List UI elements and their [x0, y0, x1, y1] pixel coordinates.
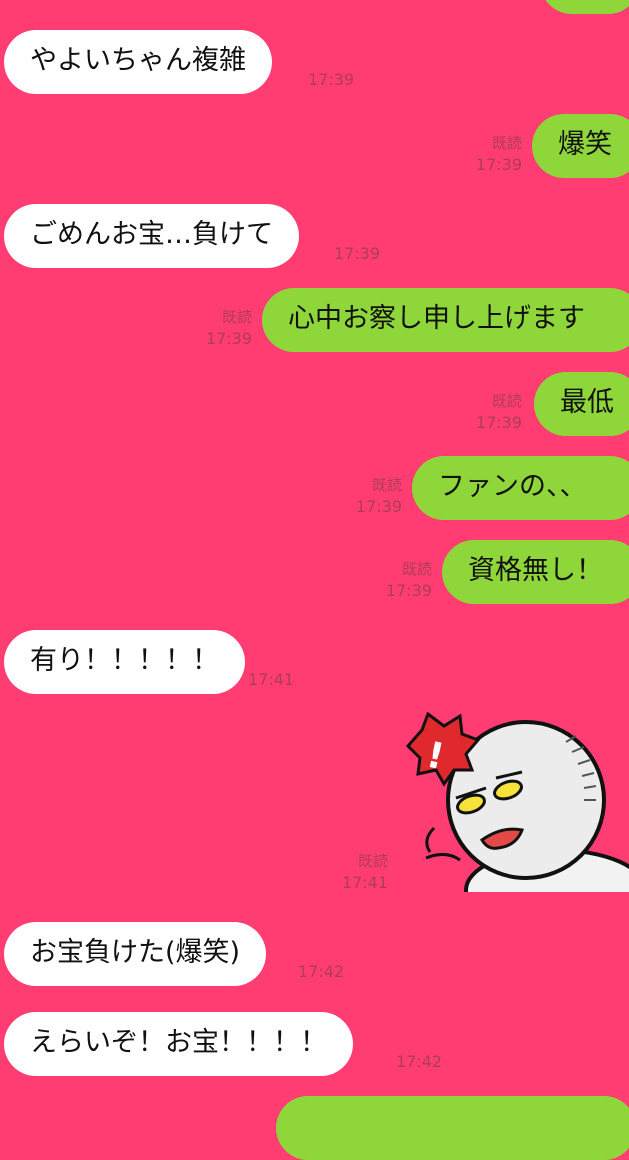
message-text: 爆笑 [558, 129, 612, 160]
message-time: 17:41 [248, 670, 295, 689]
message-text: ごめんお宝…負けて [30, 219, 273, 250]
message-bubble-incoming[interactable]: お宝負けた(爆笑) [4, 922, 267, 986]
message-time: 17:39 [205, 329, 252, 348]
chat-thread: やよいちゃん複雑 17:39 既読 17:39 爆笑 ごめんお宝…負けて 17:… [0, 0, 629, 1160]
message-time: 17:42 [298, 962, 345, 981]
read-receipt: 既読 [371, 476, 402, 494]
message-time: 17:41 [341, 873, 388, 892]
message-bubble-partial-bottom[interactable] [276, 1096, 629, 1160]
message-bubble-outgoing[interactable]: 心中お察し申し上げます [262, 288, 629, 352]
message-bubble-outgoing[interactable]: ファンの、、 [412, 456, 629, 520]
message-bubble-outgoing[interactable]: 爆笑 [532, 114, 629, 178]
message-bubble-outgoing[interactable]: 資格無し！ [442, 540, 629, 604]
read-receipt: 既読 [221, 308, 252, 326]
read-receipt: 既読 [357, 852, 388, 870]
read-receipt: 既読 [401, 560, 432, 578]
message-time: 17:39 [308, 70, 355, 89]
message-text: 心中お察し申し上げます [288, 303, 585, 334]
read-receipt: 既読 [491, 392, 522, 410]
message-bubble-incoming[interactable]: えらいぞ！お宝！！！！ [4, 1012, 353, 1076]
read-receipt: 既読 [491, 134, 522, 152]
message-bubble-incoming[interactable]: やよいちゃん複雑 [4, 30, 272, 94]
message-time: 17:39 [475, 155, 522, 174]
message-bubble-incoming[interactable]: ごめんお宝…負けて [4, 204, 299, 268]
message-text: お宝負けた(爆笑) [30, 937, 241, 968]
message-text: やよいちゃん複雑 [30, 45, 246, 76]
message-bubble-incoming[interactable]: 有り！！！！！ [4, 630, 245, 694]
message-time: 17:39 [355, 497, 402, 516]
message-text: えらいぞ！お宝！！！！ [30, 1027, 327, 1058]
angry-ghost-sticker[interactable]: ! [396, 712, 629, 892]
message-time: 17:42 [396, 1052, 443, 1071]
message-bubble-partial-top[interactable] [540, 0, 629, 14]
message-time: 17:39 [385, 581, 432, 600]
message-text: 資格無し！ [468, 555, 603, 586]
message-text: ファンの、、 [438, 471, 587, 502]
message-text: 有り！！！！！ [30, 645, 219, 676]
message-time: 17:39 [475, 413, 522, 432]
message-bubble-outgoing[interactable]: 最低 [534, 372, 629, 436]
message-text: 最低 [560, 387, 614, 418]
message-time: 17:39 [334, 244, 381, 263]
